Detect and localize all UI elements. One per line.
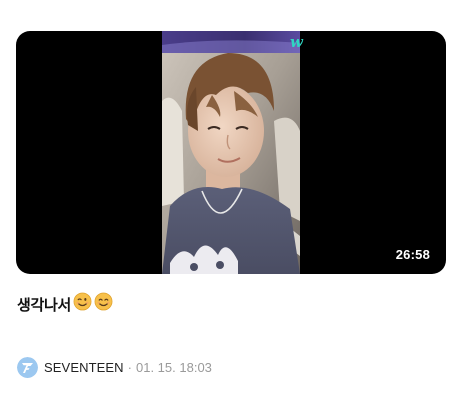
separator-dot: ·	[127, 359, 132, 375]
seventeen-logo-icon	[17, 356, 38, 378]
video-thumbnail[interactable]	[162, 31, 300, 274]
thumbnail-image	[162, 31, 300, 274]
post-card: w 26:58 생각나서 SEVENTEEN · 01. 15. 18:03	[0, 0, 460, 400]
video-duration-badge: 26:58	[395, 247, 430, 262]
avatar[interactable]	[17, 356, 38, 378]
video-player[interactable]: w 26:58	[16, 31, 446, 274]
caption-text: 생각나서	[17, 296, 72, 314]
post-timestamp: 01. 15. 18:03	[136, 359, 212, 375]
brand-logo-icon: w	[290, 33, 303, 51]
smiling-face-emoji-icon	[94, 292, 113, 316]
winking-face-emoji-icon	[73, 292, 92, 316]
post-caption: 생각나서	[17, 292, 113, 316]
author-name[interactable]: SEVENTEEN	[44, 360, 124, 375]
author-info: SEVENTEEN · 01. 15. 18:03	[17, 356, 212, 378]
